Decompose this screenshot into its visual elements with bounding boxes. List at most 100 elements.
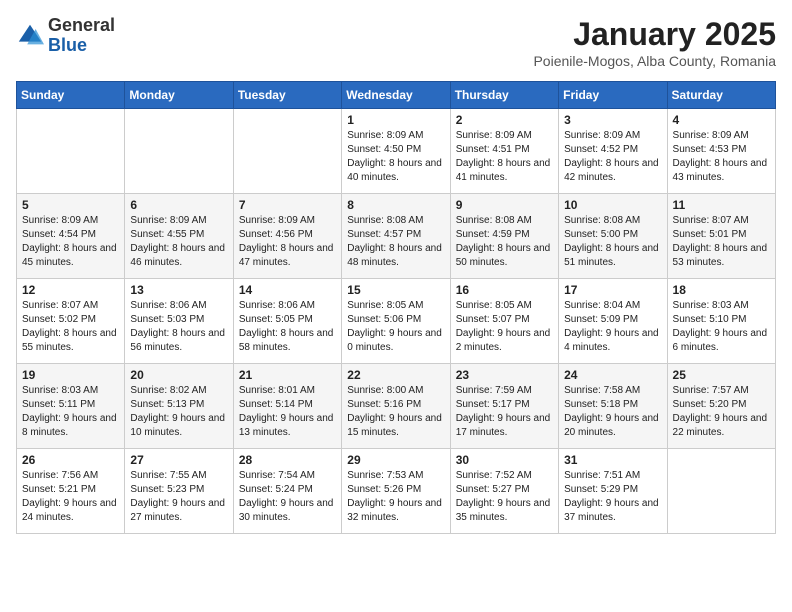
day-info: Sunrise: 8:09 AMSunset: 4:54 PMDaylight:… xyxy=(22,214,119,270)
day-cell: 10 Sunrise: 8:08 AMSunset: 5:00 PMDaylig… xyxy=(559,194,667,279)
day-cell: 12 Sunrise: 8:07 AMSunset: 5:02 PMDaylig… xyxy=(17,279,125,364)
day-cell: 24 Sunrise: 7:58 AMSunset: 5:18 PMDaylig… xyxy=(559,364,667,449)
day-cell: 26 Sunrise: 7:56 AMSunset: 5:21 PMDaylig… xyxy=(17,449,125,534)
day-number: 11 xyxy=(673,198,770,212)
week-row-4: 19 Sunrise: 8:03 AMSunset: 5:11 PMDaylig… xyxy=(17,364,776,449)
weekday-header-row: SundayMondayTuesdayWednesdayThursdayFrid… xyxy=(17,82,776,109)
day-cell: 22 Sunrise: 8:00 AMSunset: 5:16 PMDaylig… xyxy=(342,364,450,449)
day-info: Sunrise: 7:59 AMSunset: 5:17 PMDaylight:… xyxy=(456,384,553,440)
day-number: 9 xyxy=(456,198,553,212)
day-cell: 25 Sunrise: 7:57 AMSunset: 5:20 PMDaylig… xyxy=(667,364,775,449)
day-info: Sunrise: 8:09 AMSunset: 4:52 PMDaylight:… xyxy=(564,129,661,185)
day-number: 4 xyxy=(673,113,770,127)
day-number: 26 xyxy=(22,453,119,467)
calendar-table: SundayMondayTuesdayWednesdayThursdayFrid… xyxy=(16,81,776,534)
logo: General Blue xyxy=(16,16,115,56)
day-info: Sunrise: 7:52 AMSunset: 5:27 PMDaylight:… xyxy=(456,469,553,525)
day-info: Sunrise: 8:09 AMSunset: 4:55 PMDaylight:… xyxy=(130,214,227,270)
week-row-5: 26 Sunrise: 7:56 AMSunset: 5:21 PMDaylig… xyxy=(17,449,776,534)
weekday-header-saturday: Saturday xyxy=(667,82,775,109)
day-number: 15 xyxy=(347,283,444,297)
day-number: 25 xyxy=(673,368,770,382)
day-cell: 3 Sunrise: 8:09 AMSunset: 4:52 PMDayligh… xyxy=(559,109,667,194)
day-cell: 28 Sunrise: 7:54 AMSunset: 5:24 PMDaylig… xyxy=(233,449,341,534)
day-cell xyxy=(667,449,775,534)
day-info: Sunrise: 8:09 AMSunset: 4:51 PMDaylight:… xyxy=(456,129,553,185)
logo-blue-text: Blue xyxy=(48,35,87,55)
day-info: Sunrise: 7:58 AMSunset: 5:18 PMDaylight:… xyxy=(564,384,661,440)
day-number: 21 xyxy=(239,368,336,382)
day-info: Sunrise: 8:03 AMSunset: 5:10 PMDaylight:… xyxy=(673,299,770,355)
day-number: 24 xyxy=(564,368,661,382)
day-cell xyxy=(233,109,341,194)
day-info: Sunrise: 7:56 AMSunset: 5:21 PMDaylight:… xyxy=(22,469,119,525)
day-info: Sunrise: 8:04 AMSunset: 5:09 PMDaylight:… xyxy=(564,299,661,355)
weekday-header-wednesday: Wednesday xyxy=(342,82,450,109)
day-cell: 15 Sunrise: 8:05 AMSunset: 5:06 PMDaylig… xyxy=(342,279,450,364)
calendar-subtitle: Poienile-Mogos, Alba County, Romania xyxy=(533,53,776,69)
day-number: 31 xyxy=(564,453,661,467)
weekday-header-tuesday: Tuesday xyxy=(233,82,341,109)
day-info: Sunrise: 8:03 AMSunset: 5:11 PMDaylight:… xyxy=(22,384,119,440)
day-info: Sunrise: 8:06 AMSunset: 5:05 PMDaylight:… xyxy=(239,299,336,355)
day-cell: 4 Sunrise: 8:09 AMSunset: 4:53 PMDayligh… xyxy=(667,109,775,194)
weekday-header-thursday: Thursday xyxy=(450,82,558,109)
day-number: 2 xyxy=(456,113,553,127)
day-info: Sunrise: 8:07 AMSunset: 5:02 PMDaylight:… xyxy=(22,299,119,355)
logo-icon xyxy=(16,22,44,50)
week-row-1: 1 Sunrise: 8:09 AMSunset: 4:50 PMDayligh… xyxy=(17,109,776,194)
day-cell: 13 Sunrise: 8:06 AMSunset: 5:03 PMDaylig… xyxy=(125,279,233,364)
day-cell: 5 Sunrise: 8:09 AMSunset: 4:54 PMDayligh… xyxy=(17,194,125,279)
day-info: Sunrise: 8:09 AMSunset: 4:50 PMDaylight:… xyxy=(347,129,444,185)
day-number: 17 xyxy=(564,283,661,297)
day-number: 12 xyxy=(22,283,119,297)
day-cell: 29 Sunrise: 7:53 AMSunset: 5:26 PMDaylig… xyxy=(342,449,450,534)
day-info: Sunrise: 8:09 AMSunset: 4:56 PMDaylight:… xyxy=(239,214,336,270)
day-info: Sunrise: 8:00 AMSunset: 5:16 PMDaylight:… xyxy=(347,384,444,440)
day-info: Sunrise: 8:01 AMSunset: 5:14 PMDaylight:… xyxy=(239,384,336,440)
day-cell: 1 Sunrise: 8:09 AMSunset: 4:50 PMDayligh… xyxy=(342,109,450,194)
weekday-header-friday: Friday xyxy=(559,82,667,109)
title-block: January 2025 Poienile-Mogos, Alba County… xyxy=(533,16,776,69)
day-number: 10 xyxy=(564,198,661,212)
day-info: Sunrise: 7:57 AMSunset: 5:20 PMDaylight:… xyxy=(673,384,770,440)
day-number: 29 xyxy=(347,453,444,467)
day-cell: 27 Sunrise: 7:55 AMSunset: 5:23 PMDaylig… xyxy=(125,449,233,534)
day-cell: 21 Sunrise: 8:01 AMSunset: 5:14 PMDaylig… xyxy=(233,364,341,449)
day-cell: 2 Sunrise: 8:09 AMSunset: 4:51 PMDayligh… xyxy=(450,109,558,194)
day-info: Sunrise: 7:55 AMSunset: 5:23 PMDaylight:… xyxy=(130,469,227,525)
day-number: 18 xyxy=(673,283,770,297)
day-number: 27 xyxy=(130,453,227,467)
day-cell: 9 Sunrise: 8:08 AMSunset: 4:59 PMDayligh… xyxy=(450,194,558,279)
day-number: 7 xyxy=(239,198,336,212)
day-info: Sunrise: 7:54 AMSunset: 5:24 PMDaylight:… xyxy=(239,469,336,525)
day-number: 16 xyxy=(456,283,553,297)
day-cell: 23 Sunrise: 7:59 AMSunset: 5:17 PMDaylig… xyxy=(450,364,558,449)
day-cell: 16 Sunrise: 8:05 AMSunset: 5:07 PMDaylig… xyxy=(450,279,558,364)
day-number: 23 xyxy=(456,368,553,382)
day-cell xyxy=(17,109,125,194)
day-number: 28 xyxy=(239,453,336,467)
day-number: 6 xyxy=(130,198,227,212)
day-number: 30 xyxy=(456,453,553,467)
day-info: Sunrise: 8:08 AMSunset: 4:59 PMDaylight:… xyxy=(456,214,553,270)
day-number: 13 xyxy=(130,283,227,297)
weekday-header-monday: Monday xyxy=(125,82,233,109)
day-cell: 30 Sunrise: 7:52 AMSunset: 5:27 PMDaylig… xyxy=(450,449,558,534)
day-info: Sunrise: 7:53 AMSunset: 5:26 PMDaylight:… xyxy=(347,469,444,525)
week-row-2: 5 Sunrise: 8:09 AMSunset: 4:54 PMDayligh… xyxy=(17,194,776,279)
day-number: 20 xyxy=(130,368,227,382)
page-header: General Blue January 2025 Poienile-Mogos… xyxy=(16,16,776,69)
day-number: 14 xyxy=(239,283,336,297)
day-cell: 11 Sunrise: 8:07 AMSunset: 5:01 PMDaylig… xyxy=(667,194,775,279)
day-info: Sunrise: 8:09 AMSunset: 4:53 PMDaylight:… xyxy=(673,129,770,185)
logo-general-text: General xyxy=(48,15,115,35)
day-number: 3 xyxy=(564,113,661,127)
day-info: Sunrise: 8:05 AMSunset: 5:07 PMDaylight:… xyxy=(456,299,553,355)
day-number: 19 xyxy=(22,368,119,382)
day-cell: 20 Sunrise: 8:02 AMSunset: 5:13 PMDaylig… xyxy=(125,364,233,449)
weekday-header-sunday: Sunday xyxy=(17,82,125,109)
day-info: Sunrise: 8:07 AMSunset: 5:01 PMDaylight:… xyxy=(673,214,770,270)
day-cell: 19 Sunrise: 8:03 AMSunset: 5:11 PMDaylig… xyxy=(17,364,125,449)
day-cell: 17 Sunrise: 8:04 AMSunset: 5:09 PMDaylig… xyxy=(559,279,667,364)
